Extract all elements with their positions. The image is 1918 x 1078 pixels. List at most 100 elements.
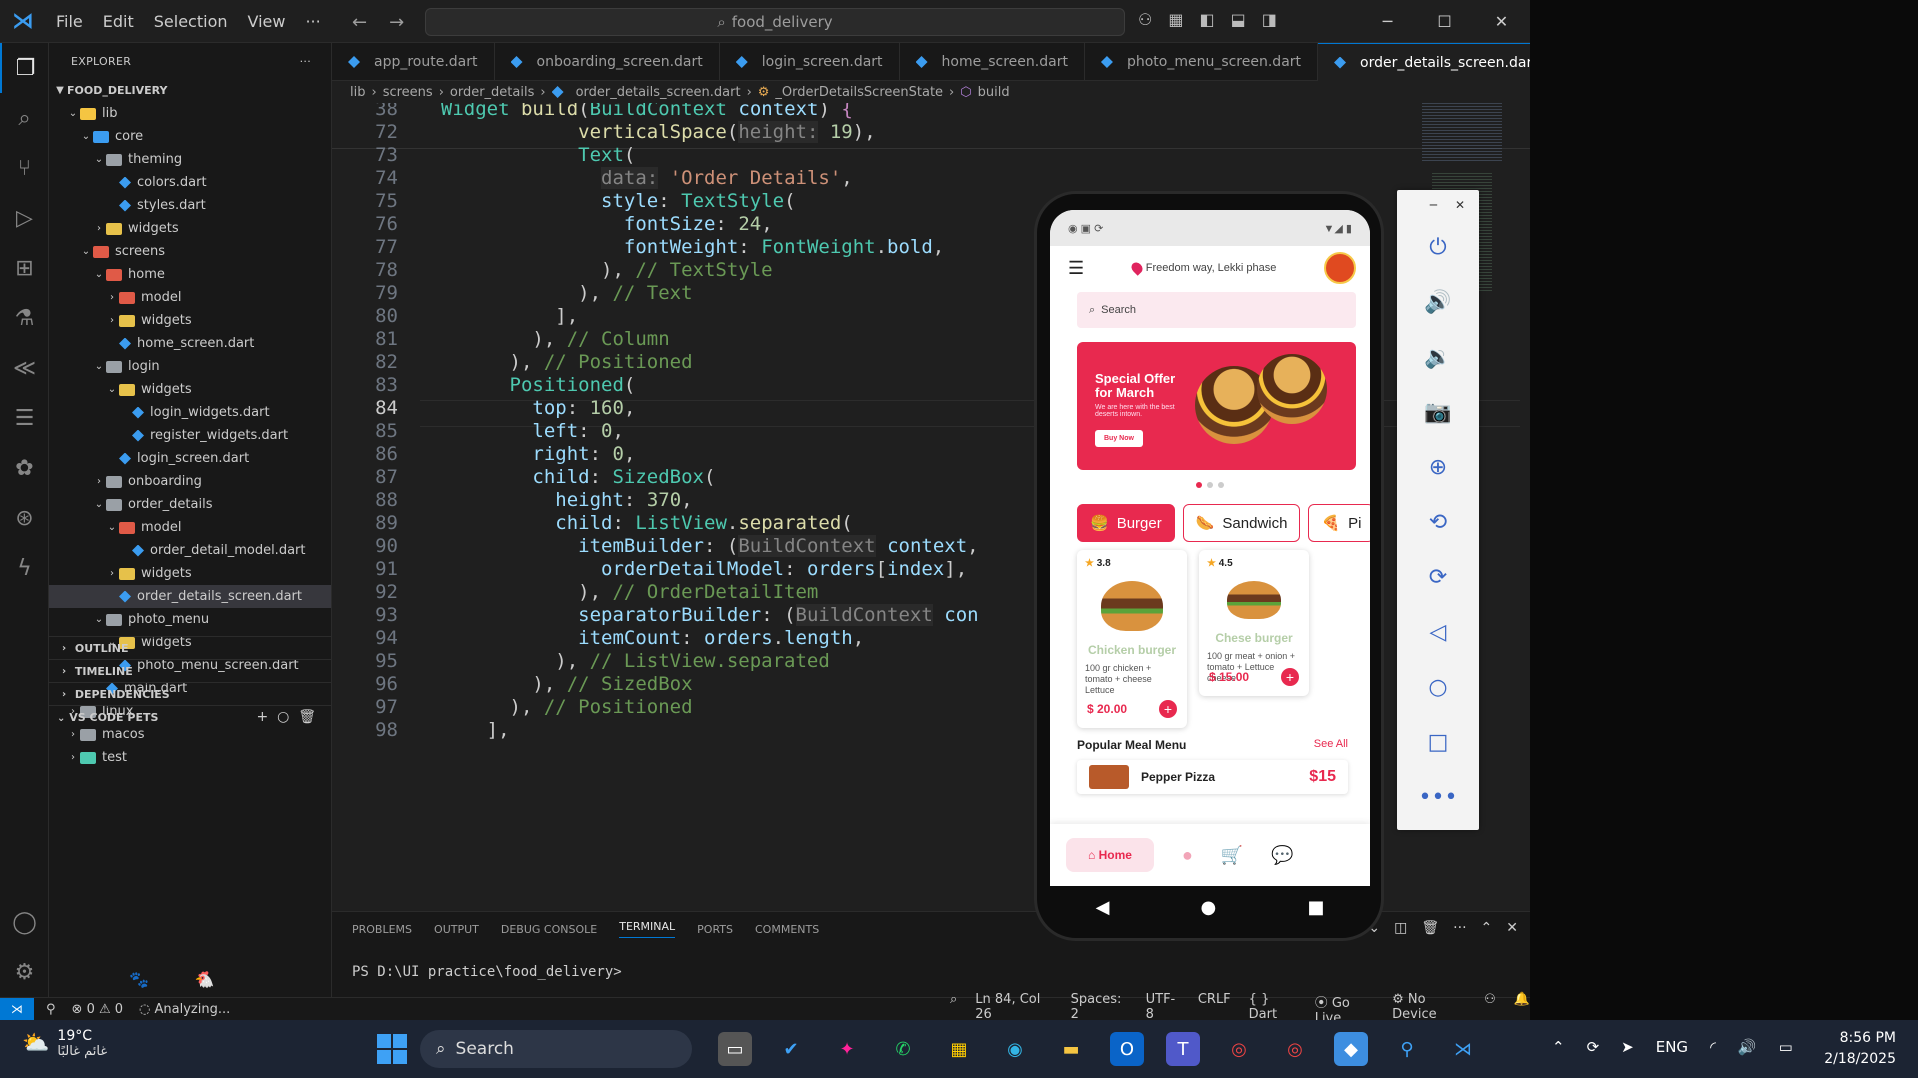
trash-icon[interactable]: 🗑 (1421, 920, 1439, 936)
folder-item[interactable]: ⌄ photo_menu (49, 608, 331, 631)
overview-icon[interactable]: □ (1397, 715, 1479, 770)
copilot-icon[interactable]: ⚇ (1138, 10, 1152, 29)
store-icon[interactable]: ▦ (942, 1032, 976, 1066)
emulator-screen[interactable]: ◉ ▣ ⟳ ▼◢ ▮ ☰ Freedom way, Lekki phase ⌕ Se… (1050, 210, 1370, 886)
app-search-field[interactable]: ⌕ Search (1077, 292, 1356, 328)
back-icon[interactable]: ◀ (1096, 897, 1110, 918)
command-center-search[interactable]: ⌕ food_delivery (425, 8, 1125, 36)
outlook-icon[interactable]: O (1110, 1032, 1144, 1066)
clock[interactable]: 8:56 PM 2/18/2025 (1824, 1028, 1896, 1070)
breadcrumb-item[interactable]: lib (350, 85, 365, 100)
location-label[interactable]: Freedom way, Lekki phase (1128, 260, 1276, 276)
ports-icon[interactable]: ⚲ (46, 1002, 56, 1017)
battery-icon[interactable]: ▭ (1779, 1038, 1793, 1056)
buy-now-button[interactable]: Buy Now (1095, 430, 1143, 447)
file-item[interactable]: styles.dart (49, 194, 331, 217)
breadcrumb-item[interactable]: order_details_screen.dart (576, 85, 741, 100)
menu-selection[interactable]: Selection (144, 0, 238, 43)
file-item[interactable]: colors.dart (49, 171, 331, 194)
toggle-sidebar-icon[interactable]: ◧ (1199, 10, 1214, 29)
taskbar-search[interactable]: ⌕ Search (420, 1030, 692, 1068)
edge-icon[interactable]: ◉ (998, 1032, 1032, 1066)
section-timeline[interactable]: › TIMELINE (49, 659, 331, 682)
folder-item[interactable]: › test (49, 746, 331, 769)
copilot-chat-icon[interactable]: ✿ (0, 443, 49, 493)
folder-item[interactable]: ⌄ lib (49, 102, 331, 125)
popular-item[interactable]: Pepper Pizza $15 (1077, 760, 1348, 794)
tab-app-route[interactable]: app_route.dart (332, 43, 495, 81)
outline-icon[interactable]: ☰ (0, 393, 49, 443)
vscode-icon[interactable]: ⋊ (1446, 1032, 1480, 1066)
food-card[interactable]: ★ 3.8 Chicken burger 100 gr chicken + to… (1077, 550, 1187, 728)
toggle-panel-icon[interactable]: ⬓ (1231, 10, 1246, 29)
close-panel-icon[interactable]: ✕ (1506, 920, 1518, 936)
tab-onboarding-screen[interactable]: onboarding_screen.dart (495, 43, 720, 81)
section-vscode-pets[interactable]: ⌄ VS CODE PETS + ○ 🗑 (49, 705, 331, 728)
food-card[interactable]: ★ 4.5 Chese burger 100 gr meat + onion +… (1199, 550, 1309, 696)
language-indicator[interactable]: ENG (1656, 1038, 1688, 1056)
folder-item[interactable]: › onboarding (49, 470, 331, 493)
settings-gear-icon[interactable]: ⚙ (0, 947, 49, 997)
forward-arrow-icon[interactable]: → (389, 12, 404, 33)
recents-icon[interactable]: ■ (1307, 897, 1324, 918)
folder-item[interactable]: ⌄ theming (49, 148, 331, 171)
cart-icon[interactable]: 🛒 (1221, 845, 1243, 866)
account-icon[interactable]: ◯ (0, 897, 49, 947)
split-terminal-icon[interactable]: ◫ (1394, 920, 1407, 936)
folder-item[interactable]: ⌄ home (49, 263, 331, 286)
nav-home[interactable]: ⌂ Home (1066, 838, 1154, 872)
zoom-icon[interactable]: ⊕ (1397, 440, 1479, 495)
folder-item[interactable]: › widgets (49, 309, 331, 332)
pets-icon[interactable]: 🐾 🐔 (129, 970, 215, 989)
rotate-right-icon[interactable]: ⟳ (1397, 550, 1479, 605)
search-icon[interactable]: ⌕ (0, 93, 49, 143)
power-icon[interactable]: ⏻ (1397, 220, 1479, 275)
breadcrumb-item[interactable]: order_details (450, 85, 534, 100)
panel-tab-problems[interactable]: PROBLEMS (352, 923, 412, 936)
menu-file[interactable]: File (46, 0, 93, 43)
problems-indicator[interactable]: ⊗ 0 ⚠ 0 (72, 1002, 124, 1017)
folder-icon[interactable]: ▬ (1054, 1032, 1088, 1066)
maximize-panel-icon[interactable]: ⌃ (1481, 920, 1493, 936)
file-item[interactable]: login_widgets.dart (49, 401, 331, 424)
terminal-prompt[interactable]: PS D:\UI practice\food_delivery> (332, 946, 1530, 998)
panel-tab-comments[interactable]: COMMENTS (755, 923, 819, 936)
folder-item[interactable]: ⌄ screens (49, 240, 331, 263)
folder-item[interactable]: ⌄ order_details (49, 493, 331, 516)
rotate-left-icon[interactable]: ⟲ (1397, 495, 1479, 550)
teams-icon[interactable]: T (1166, 1032, 1200, 1066)
more-icon[interactable]: ••• (1397, 770, 1479, 825)
file-item[interactable]: register_widgets.dart (49, 424, 331, 447)
file-item[interactable]: order_details_screen.dart (49, 585, 331, 608)
wifi-icon[interactable]: ◜ (1710, 1038, 1716, 1056)
copilot-icon[interactable]: ✦ (830, 1032, 864, 1066)
chevron-up-icon[interactable]: ⌃ (1552, 1038, 1565, 1056)
send-icon[interactable]: ➤ (1621, 1038, 1634, 1056)
minimize-icon[interactable]: ─ (1430, 198, 1437, 212)
close-icon[interactable]: ✕ (1455, 198, 1465, 212)
category-burger[interactable]: 🍔 Burger (1077, 504, 1175, 542)
file-item[interactable]: home_screen.dart (49, 332, 331, 355)
customize-layout-icon[interactable]: ▦ (1168, 10, 1183, 29)
hamburger-menu-icon[interactable]: ☰ (1068, 258, 1084, 279)
more-actions-icon[interactable]: ··· (300, 55, 311, 68)
tab-photo-menu-screen[interactable]: photo_menu_screen.dart (1085, 43, 1319, 81)
folder-item[interactable]: › widgets (49, 217, 331, 240)
android-studio-icon[interactable]: ◆ (1334, 1032, 1368, 1066)
volume-down-icon[interactable]: 🔉 (1397, 330, 1479, 385)
extensions-icon[interactable]: ⊞ (0, 243, 49, 293)
close-icon[interactable]: ✕ (1473, 0, 1530, 43)
file-item[interactable]: order_detail_model.dart (49, 539, 331, 562)
file-item[interactable]: login_screen.dart (49, 447, 331, 470)
chrome-icon[interactable]: ◎ (1222, 1032, 1256, 1066)
git-history-icon[interactable]: ⊛ (0, 493, 49, 543)
profile-icon[interactable]: ● (1182, 845, 1193, 866)
tab-login-screen[interactable]: login_screen.dart (720, 43, 900, 81)
panel-tab-terminal[interactable]: TERMINAL (619, 920, 676, 938)
explorer-icon[interactable]: ❐ (0, 43, 49, 93)
back-arrow-icon[interactable]: ← (352, 12, 367, 33)
run-debug-icon[interactable]: ▷ (0, 193, 49, 243)
add-to-cart-button[interactable]: + (1281, 668, 1299, 686)
see-all-link[interactable]: See All (1314, 738, 1348, 752)
whatsapp-icon[interactable]: ✆ (886, 1032, 920, 1066)
